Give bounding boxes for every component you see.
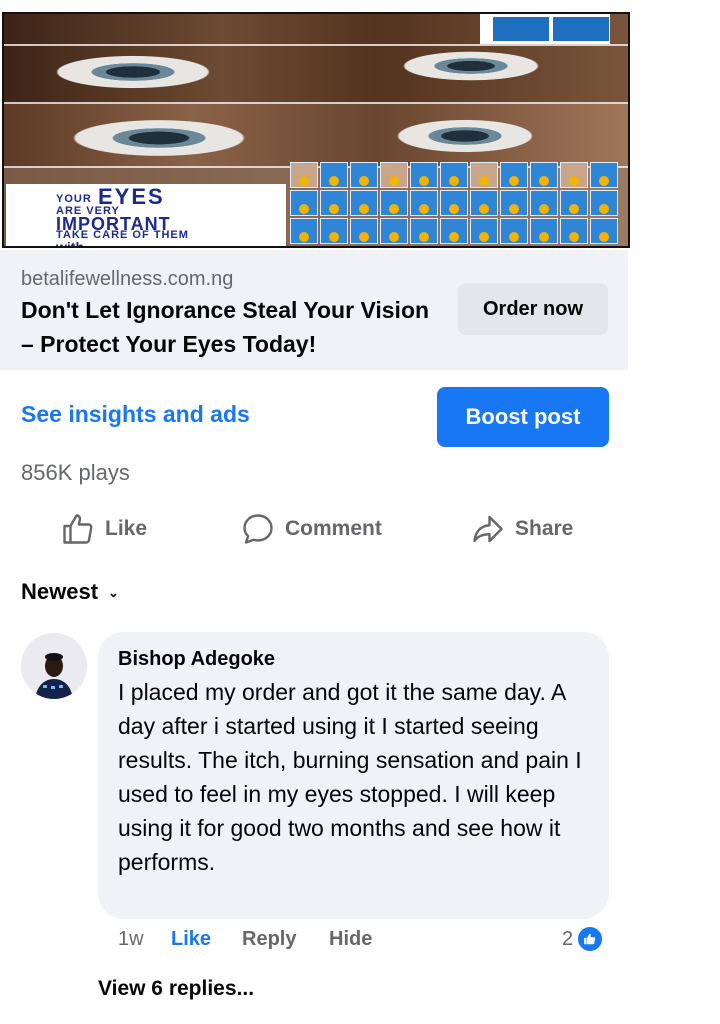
product-box-image [380, 218, 408, 244]
product-box-image [470, 162, 498, 188]
sort-label: Newest [21, 579, 99, 604]
product-box-image [560, 218, 588, 244]
product-box-image [290, 190, 318, 216]
banner-divider [4, 102, 628, 104]
product-box-image [500, 162, 528, 188]
link-domain: betalifewellness.com.ng [21, 268, 234, 290]
product-box-image [350, 190, 378, 216]
eye-graphic [64, 118, 254, 158]
product-box-image [500, 218, 528, 244]
product-box-image [320, 190, 348, 216]
product-grid [288, 158, 624, 246]
comment-sort-dropdown[interactable]: Newest ⌄ [21, 579, 119, 605]
ad-banner-image[interactable]: YOUR EYES ARE VERY IMPORTANT TAKE CARE O… [2, 12, 630, 248]
share-arrow-icon [470, 511, 506, 547]
like-button[interactable]: Like [60, 508, 147, 550]
thumbs-up-icon [60, 511, 96, 547]
product-box-image [530, 190, 558, 216]
link-title: Don't Let Ignorance Steal Your Vision – … [21, 297, 430, 357]
avatar[interactable] [21, 633, 87, 699]
reaction-count: 2 [562, 927, 574, 950]
headline-with: with... [56, 239, 96, 248]
product-box-image [440, 162, 468, 188]
see-insights-link[interactable]: See insights and ads [21, 401, 250, 428]
comment-text: I placed my order and got it the same da… [118, 679, 582, 875]
eye-graphic [396, 50, 546, 82]
plays-count: 856K plays [21, 460, 130, 485]
share-button[interactable]: Share [470, 508, 573, 550]
like-label: Like [105, 517, 148, 540]
product-box-image [470, 190, 498, 216]
banner-headline: YOUR EYES ARE VERY IMPORTANT TAKE CARE O… [6, 184, 286, 246]
comment-like-button[interactable]: Like [171, 928, 211, 951]
product-box-image [380, 190, 408, 216]
product-box-image [590, 218, 618, 244]
comment-label: Comment [285, 517, 382, 540]
comment-reactions[interactable]: 2 [562, 926, 604, 952]
comment-timestamp[interactable]: 1w [118, 928, 144, 951]
comment-button[interactable]: Comment [240, 508, 382, 550]
comment-reply-button[interactable]: Reply [242, 928, 296, 951]
product-box-image [290, 162, 318, 188]
product-box-image [590, 190, 618, 216]
product-box-image [530, 162, 558, 188]
product-box-image [380, 162, 408, 188]
headline-your: YOUR [56, 193, 92, 205]
product-box-image [492, 16, 550, 42]
product-box-image [500, 190, 528, 216]
product-box-image [552, 16, 610, 42]
comment-hide-button[interactable]: Hide [329, 928, 372, 951]
product-box-image [350, 162, 378, 188]
product-box-image [590, 162, 618, 188]
view-replies-link[interactable]: View 6 replies... [98, 977, 254, 1001]
product-box-image [560, 162, 588, 188]
comment-author[interactable]: Bishop Adegoke [118, 648, 275, 671]
order-now-button[interactable]: Order now [458, 283, 608, 335]
product-box-image [470, 218, 498, 244]
comment-bubble-icon [240, 511, 276, 547]
product-box-image [440, 218, 468, 244]
boost-post-button[interactable]: Boost post [437, 387, 609, 447]
product-box-image [410, 162, 438, 188]
product-box-image [560, 190, 588, 216]
share-label: Share [515, 517, 574, 540]
product-box-image [320, 218, 348, 244]
chevron-down-icon: ⌄ [108, 585, 119, 600]
eye-graphic [390, 118, 540, 154]
product-box-image [350, 218, 378, 244]
banner-divider [4, 44, 628, 46]
product-box-image [440, 190, 468, 216]
product-box-image [290, 218, 318, 244]
product-box-image [410, 218, 438, 244]
product-box-image [530, 218, 558, 244]
like-reaction-icon [577, 926, 604, 952]
product-box-image [410, 190, 438, 216]
eye-graphic [48, 54, 218, 90]
product-box-image [320, 162, 348, 188]
